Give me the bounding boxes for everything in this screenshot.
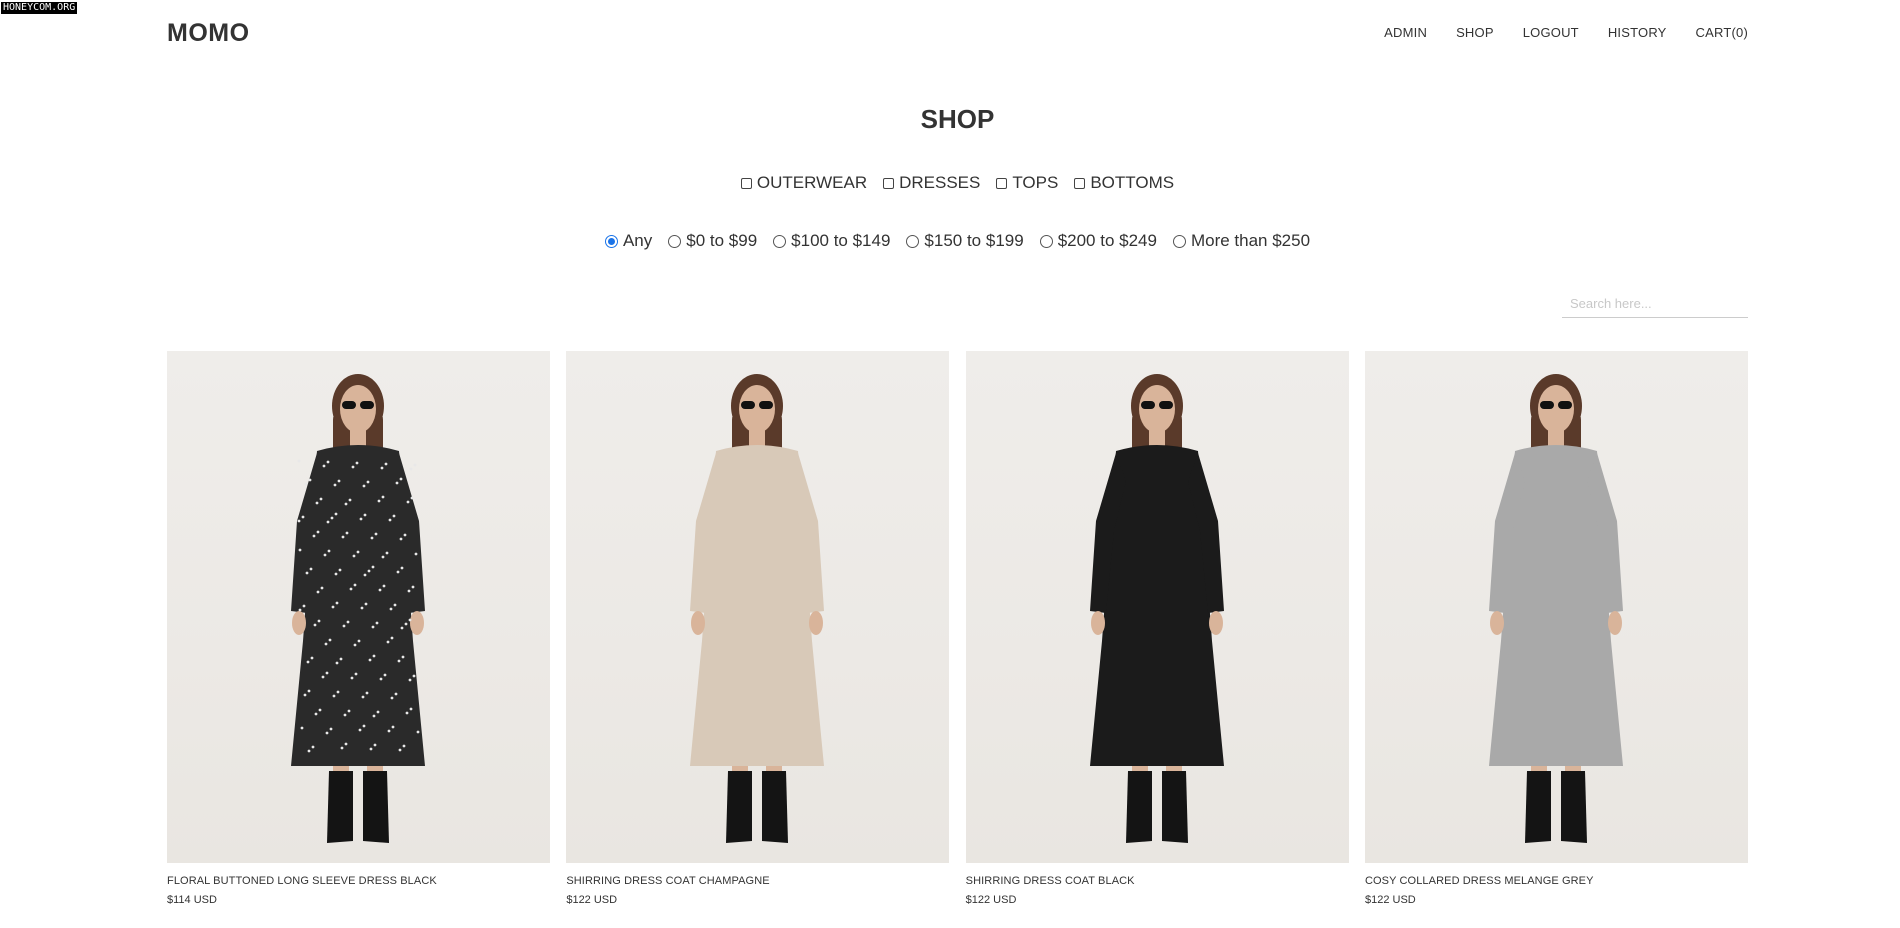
nav-history[interactable]: HISTORY <box>1608 25 1667 40</box>
category-checkbox[interactable] <box>1074 177 1086 189</box>
product-card[interactable]: FLORAL BUTTONED LONG SLEEVE DRESS BLACK … <box>167 351 550 906</box>
product-name[interactable]: FLORAL BUTTONED LONG SLEEVE DRESS BLACK <box>167 875 550 887</box>
category-filter-dresses[interactable]: DRESSES <box>883 173 980 193</box>
brand-logo[interactable]: MOMO <box>167 19 250 48</box>
nav-shop[interactable]: SHOP <box>1456 25 1494 40</box>
product-name[interactable]: SHIRRING DRESS COAT CHAMPAGNE <box>566 875 949 887</box>
price-filter-250-plus[interactable]: More than $250 <box>1172 231 1311 251</box>
price-label: $100 to $149 <box>791 231 891 250</box>
category-filter-tops[interactable]: TOPS <box>996 173 1058 193</box>
category-filters: OUTERWEAR DRESSES TOPS BOTTOMS <box>0 173 1900 193</box>
price-radio[interactable] <box>906 234 920 248</box>
category-label: DRESSES <box>899 173 981 192</box>
price-label: Any <box>622 231 653 250</box>
category-filter-bottoms[interactable]: BOTTOMS <box>1074 173 1174 193</box>
price-filter-100-149[interactable]: $100 to $149 <box>773 231 890 251</box>
product-card[interactable]: SHIRRING DRESS COAT BLACK $122 USD <box>965 351 1349 906</box>
price-filter-0-99[interactable]: $0 to $99 <box>668 231 757 251</box>
watermark: HONEYCOM.ORG <box>1 2 78 14</box>
price-filter-any[interactable]: Any <box>604 231 653 251</box>
product-name[interactable]: COSY COLLARED DRESS MELANGE GREY <box>1365 875 1748 887</box>
product-grid: FLORAL BUTTONED LONG SLEEVE DRESS BLACK … <box>167 351 1748 906</box>
model-photo-illustration <box>690 374 825 843</box>
nav-admin[interactable]: ADMIN <box>1384 25 1427 40</box>
category-filter-outerwear[interactable]: OUTERWEAR <box>740 173 868 193</box>
model-photo-illustration <box>1089 374 1224 843</box>
product-image[interactable] <box>167 351 550 863</box>
category-label: OUTERWEAR <box>756 173 868 192</box>
product-name[interactable]: SHIRRING DRESS COAT BLACK <box>966 875 1349 887</box>
price-label: $200 to $249 <box>1057 231 1157 250</box>
product-card[interactable]: COSY COLLARED DRESS MELANGE GREY $122 US… <box>1364 351 1748 906</box>
product-price: $122 USD <box>1364 894 1416 906</box>
model-photo-illustration <box>291 374 425 843</box>
product-price: $122 USD <box>965 894 1017 906</box>
product-price: $122 USD <box>566 894 618 906</box>
price-filters: Any $0 to $99 $100 to $149 $150 to $199 … <box>0 231 1900 251</box>
price-radio[interactable] <box>773 234 787 248</box>
page-title: SHOP <box>920 104 995 134</box>
product-image[interactable] <box>965 351 1349 863</box>
category-checkbox[interactable] <box>740 177 752 189</box>
price-radio[interactable] <box>604 234 618 248</box>
site-header: MOMO ADMIN SHOP LOGOUT HISTORY CART(0) <box>167 0 1748 66</box>
price-filter-150-199[interactable]: $150 to $199 <box>906 231 1024 251</box>
product-image[interactable] <box>1364 351 1748 863</box>
price-label: $150 to $199 <box>924 231 1024 250</box>
main-nav: ADMIN SHOP LOGOUT HISTORY CART(0) <box>1384 25 1748 40</box>
category-label: TOPS <box>1012 173 1059 192</box>
product-price: $114 USD <box>167 894 217 906</box>
price-filter-200-249[interactable]: $200 to $249 <box>1039 231 1157 251</box>
price-radio[interactable] <box>1172 234 1186 248</box>
category-checkbox[interactable] <box>883 177 895 189</box>
search-input[interactable] <box>1562 290 1748 318</box>
product-card[interactable]: SHIRRING DRESS COAT CHAMPAGNE $122 USD <box>566 351 950 906</box>
price-radio[interactable] <box>1039 234 1053 248</box>
category-label: BOTTOMS <box>1090 173 1175 192</box>
price-radio[interactable] <box>668 234 682 248</box>
price-label: More than $250 <box>1190 231 1311 250</box>
price-label: $0 to $99 <box>686 231 758 250</box>
nav-logout[interactable]: LOGOUT <box>1523 25 1579 40</box>
category-checkbox[interactable] <box>996 177 1008 189</box>
model-photo-illustration <box>1488 374 1623 843</box>
product-image[interactable] <box>566 351 950 863</box>
nav-cart[interactable]: CART(0) <box>1696 25 1748 40</box>
